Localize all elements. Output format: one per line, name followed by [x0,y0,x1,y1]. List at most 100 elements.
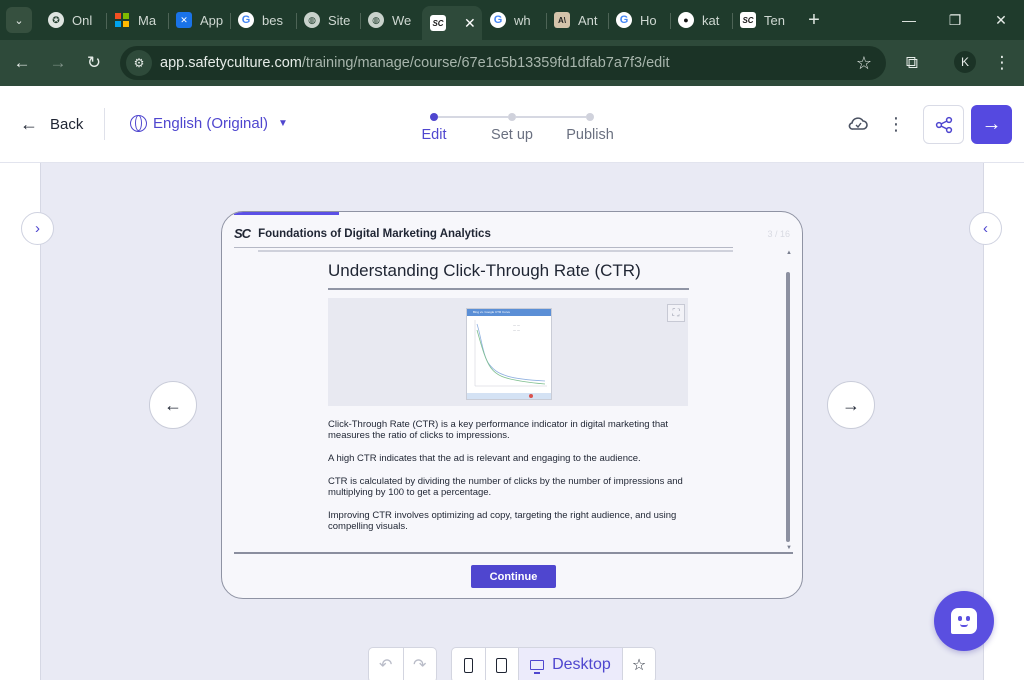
lesson-heading: Understanding Click-Through Rate (CTR) [328,261,641,280]
scroll-down-icon[interactable]: ▼ [786,545,792,551]
fullscreen-icon[interactable]: ⛶ [667,304,685,322]
reload-icon[interactable]: ↻ [80,49,108,77]
url-text[interactable]: app.safetyculture.com/training/manage/co… [160,55,669,71]
google-icon: G [616,12,632,28]
back-button[interactable]: ← Back [20,114,83,135]
phone-icon [463,657,473,673]
close-window-icon[interactable]: ✕ [989,8,1013,32]
minimize-icon[interactable]: — [897,8,921,32]
anthropic-icon: A\ [554,12,570,28]
chat-bot-icon [951,608,977,634]
brand-dot [529,394,533,398]
profile-avatar[interactable]: K [954,51,976,73]
redo-icon[interactable]: ↷ [402,648,437,680]
previous-slide-button[interactable]: ← [149,381,197,429]
step-publish[interactable]: Publish [566,127,614,143]
tablet-preview-button[interactable] [484,648,518,680]
divider [234,552,793,554]
desktop-preview-button[interactable]: Desktop [517,648,623,680]
course-preview-card: SC Foundations of Digital Marketing Anal… [221,211,803,599]
undo-icon[interactable]: ↶ [369,648,403,680]
course-progress-bar [234,212,339,215]
ctr-curve-graphic: — — — — [474,320,547,387]
divider [234,247,733,248]
lesson-paragraph: CTR is calculated by dividing the number… [328,476,683,498]
browser-tab-strip: ⌄ ✪ Onl Ma ✕ App G bes ◍ Site ◍ We SC ✕ … [0,0,1024,40]
step-connector [438,116,508,118]
safetyculture-logo: SC [234,226,251,241]
undo-redo-group: ↶ ↷ [368,647,437,680]
course-title: Foundations of Digital Marketing Analyti… [258,227,491,240]
step-indicator: Edit Set up Publish [410,110,630,150]
divider [104,108,105,140]
browser-tab-active[interactable]: SC ✕ [422,6,482,40]
browser-tab[interactable]: ✕ App [168,4,230,36]
ctr-curve-image: Bing vs. Google CTR Curve — — — — [466,308,552,400]
svg-text:— —: — — [513,328,520,332]
address-bar-row: ← → ↻ ⚙ app.safetyculture.com/training/m… [0,40,1024,86]
browser-tab[interactable]: A\ Ant [546,4,608,36]
caret-down-icon: ▼ [278,118,288,129]
share-button[interactable] [923,105,964,144]
expand-left-panel-button[interactable]: › [21,212,54,245]
browser-tab[interactable]: ✪ Onl [40,4,106,36]
lesson-paragraph: Click-Through Rate (CTR) is a key perfor… [328,419,669,441]
divider [258,250,733,252]
scroll-up-icon[interactable]: ▲ [786,250,792,256]
browser-tab[interactable]: G Ho [608,4,670,36]
address-bar[interactable]: ⚙ app.safetyculture.com/training/manage/… [120,46,886,80]
lesson-body: Click-Through Rate (CTR) is a key perfor… [328,419,700,544]
site-settings-icon[interactable]: ⚙ [126,50,152,76]
new-tab-icon[interactable]: + [802,9,826,32]
chat-assistant-button[interactable] [934,591,994,651]
extensions-icon[interactable]: ⧉ [898,49,926,77]
safetyculture-icon: SC [740,12,756,28]
app-icon: ✕ [176,12,192,28]
lesson-paragraph: Improving CTR involves optimizing ad cop… [328,510,677,532]
google-icon: G [238,12,254,28]
divider [328,288,689,290]
step-edit[interactable]: Edit [422,127,447,143]
mobile-preview-button[interactable] [452,648,485,680]
next-slide-button[interactable]: → [827,381,875,429]
arrow-right-icon: → [981,113,1002,135]
browser-tab[interactable]: G bes [230,4,296,36]
step-dot-publish [586,113,594,121]
back-arrow-icon[interactable]: ← [8,49,36,77]
lesson-image: Bing vs. Google CTR Curve — — — — ⛶ [328,298,688,406]
browser-tab[interactable]: ◍ Site [296,4,360,36]
browser-tab[interactable]: G wh [482,4,546,36]
tablet-icon [496,657,508,673]
browser-menu-icon[interactable]: ⋮ [988,49,1016,77]
tab-search-icon[interactable]: ⌄ [6,7,32,33]
app-header: ← Back English (Original) ▼ Edit Set up … [0,86,1024,163]
share-icon [935,116,952,133]
continue-button[interactable]: Continue [471,565,556,588]
browser-tab[interactable]: ● kat [670,4,732,36]
step-dot-setup [508,113,516,121]
expand-right-panel-button[interactable]: ‹ [969,212,1002,245]
forward-arrow-icon[interactable]: → [44,49,72,77]
globe-icon: ◍ [368,12,384,28]
next-step-button[interactable]: → [971,105,1012,144]
google-icon: G [490,12,506,28]
svg-text:— —: — — [513,323,520,327]
scrollbar-thumb[interactable] [786,272,790,542]
monitor-icon [530,660,545,674]
favorite-star-icon[interactable]: ☆ [622,648,655,680]
browser-tab[interactable]: SC Ten [732,4,794,36]
more-options-icon[interactable]: ⋮ [884,112,908,136]
browser-tab[interactable]: Ma [106,4,168,36]
cloud-sync-icon [846,112,870,136]
language-selector[interactable]: English (Original) ▼ [130,115,288,132]
step-dot-edit [430,113,438,121]
editor-workspace: › ‹ ← → SC Foundations of Digital Market… [0,163,1024,680]
browser-tab[interactable]: ◍ We [360,4,422,36]
globe-icon [130,115,147,132]
safetyculture-icon: SC [430,15,446,31]
arrow-left-icon: ← [20,114,38,134]
close-tab-icon[interactable]: ✕ [464,15,476,32]
bookmark-star-icon[interactable]: ☆ [856,53,872,74]
restore-icon[interactable]: ❐ [943,8,967,32]
step-setup[interactable]: Set up [491,127,533,143]
